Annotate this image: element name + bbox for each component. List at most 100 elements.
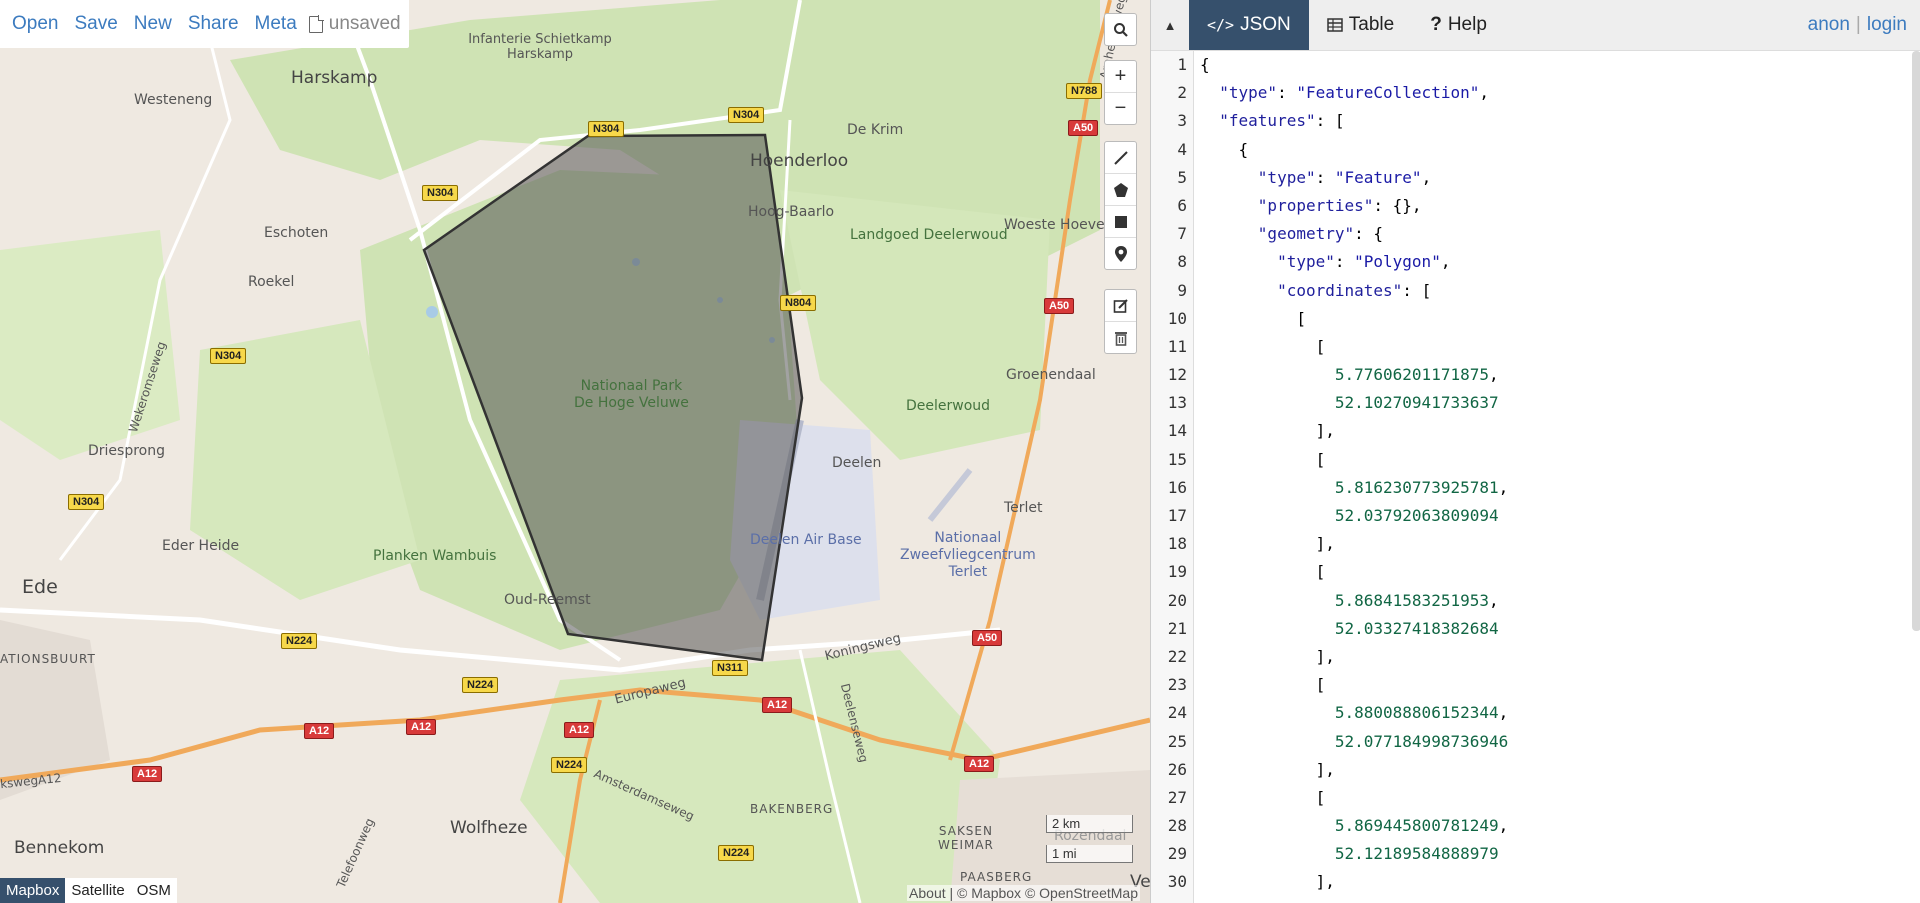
place-label: Groenendaal	[1006, 367, 1096, 383]
layer-osm[interactable]: OSM	[130, 878, 177, 903]
code-line: ],	[1200, 872, 1335, 892]
road-shield: N224	[281, 633, 318, 649]
place-label: Deelen	[832, 455, 882, 471]
user-link[interactable]: anon	[1808, 14, 1850, 36]
road-shield: A12	[304, 723, 335, 739]
collapse-button[interactable]: ▲	[1151, 0, 1189, 50]
code-area[interactable]: { "type": "FeatureCollection", "features…	[1194, 51, 1920, 903]
line-number: 24	[1167, 703, 1187, 723]
search-button[interactable]	[1105, 14, 1136, 45]
park-label: Planken Wambuis	[373, 548, 497, 564]
draw-line-button[interactable]	[1105, 142, 1136, 173]
line-number: 22	[1167, 646, 1187, 666]
line-number: 6	[1177, 195, 1187, 215]
code-line: ],	[1200, 534, 1335, 554]
gliding-label: Nationaal Zweefvliegcentrum Terlet	[900, 530, 1036, 580]
road-shield: N224	[551, 757, 588, 773]
place-label: Westeneng	[134, 92, 213, 108]
code-line: [	[1200, 449, 1326, 469]
line-number: 28	[1167, 816, 1187, 836]
delete-button[interactable]	[1105, 321, 1136, 353]
line-number: 9	[1177, 280, 1187, 300]
park-label: Nationaal Park De Hoge Veluwe	[574, 378, 689, 411]
place-label: Hoenderloo	[750, 151, 849, 171]
open-menu[interactable]: Open	[12, 13, 58, 35]
layer-mapbox[interactable]: Mapbox	[0, 878, 66, 903]
meta-menu[interactable]: Meta	[255, 13, 297, 35]
minus-icon: −	[1114, 97, 1127, 119]
editor-scrollbar[interactable]	[1912, 51, 1920, 631]
line-gutter: 1 2 3 4 5 6 7 8 9 10 11 12 13 14 15 16 17 18 19 20 21 22 23 24 2…	[1151, 51, 1194, 903]
road-shield: A12	[132, 766, 163, 782]
road-shield: N304	[728, 107, 765, 123]
place-label: Roekel	[248, 274, 295, 290]
code-line: "type": "Polygon",	[1277, 252, 1451, 272]
save-menu[interactable]: Save	[74, 13, 117, 35]
code-line: "geometry": {	[1257, 224, 1384, 244]
road-shield: N304	[422, 185, 459, 201]
road-shield: N311	[712, 660, 748, 676]
line-number: 20	[1167, 590, 1187, 610]
tab-table[interactable]: Table	[1309, 0, 1412, 50]
code-line: 52.03327418382684	[1334, 618, 1499, 638]
line-number: 5	[1177, 167, 1187, 187]
scale-mi: 1 mi	[1046, 845, 1133, 863]
place-label: De Krim	[847, 122, 904, 138]
draw-control	[1104, 141, 1137, 270]
map-attribution[interactable]: About | © Mapbox © OpenStreetMap	[907, 885, 1140, 901]
file-status-label: unsaved	[328, 13, 401, 34]
road-shield: N304	[68, 494, 105, 510]
line-number: 25	[1167, 731, 1187, 751]
line-number: 27	[1167, 787, 1187, 807]
place-label: Oud-Reemst	[504, 592, 591, 608]
code-line: "features": [	[1219, 111, 1345, 131]
edit-button[interactable]	[1105, 290, 1136, 321]
park-label: Landgoed Deelerwoud	[850, 227, 1008, 243]
new-menu[interactable]: New	[134, 13, 172, 35]
zoom-out-button[interactable]: −	[1105, 92, 1136, 124]
place-label: Bennekom	[14, 838, 105, 858]
draw-marker-button[interactable]	[1105, 237, 1136, 269]
json-editor[interactable]: 1 2 3 4 5 6 7 8 9 10 11 12 13 14 15 16 17 18 19 20 21 22 23 24 2…	[1151, 51, 1920, 903]
line-number: 7	[1177, 224, 1187, 244]
code-line: [	[1200, 562, 1326, 582]
draw-rectangle-button[interactable]	[1105, 205, 1136, 237]
code-line: "coordinates": [	[1277, 280, 1432, 300]
tab-json[interactable]: </> JSON	[1189, 0, 1309, 50]
line-number: 3	[1177, 111, 1187, 131]
layer-satellite[interactable]: Satellite	[65, 878, 131, 903]
line-number: 4	[1177, 139, 1187, 159]
map-view[interactable]: Open Save New Share Meta unsaved Harskam…	[0, 0, 1150, 903]
place-label: SAKSEN WEIMAR	[938, 824, 994, 852]
zoom-in-button[interactable]: +	[1105, 61, 1136, 92]
layer-switcher: Mapbox Satellite OSM	[0, 878, 177, 903]
place-label: Infanterie Schietkamp Harskamp	[468, 32, 612, 62]
top-toolbar: Open Save New Share Meta unsaved	[0, 0, 409, 48]
line-number: 17	[1167, 506, 1187, 525]
road-shield: A50	[972, 630, 1003, 646]
code-line: 52.077184998736946	[1334, 731, 1509, 751]
side-panel: ▲ </> JSON Table ? Help anon | login 123…	[1150, 0, 1920, 903]
code-line: {	[1200, 139, 1249, 159]
zoom-control: + −	[1104, 60, 1137, 125]
code-line: [	[1200, 675, 1326, 695]
line-number: 23	[1167, 675, 1187, 695]
line-number: 29	[1167, 844, 1187, 864]
tab-table-label: Table	[1348, 14, 1395, 35]
code-line: 5.86841583251953,	[1334, 590, 1499, 610]
road-shield: N304	[210, 348, 247, 364]
draw-polygon-button[interactable]	[1105, 173, 1136, 205]
line-number: 18	[1167, 534, 1187, 554]
login-link[interactable]: login	[1867, 14, 1907, 36]
auth-links: anon | login	[1808, 0, 1920, 50]
place-label: Driesprong	[88, 443, 165, 459]
table-icon	[1327, 18, 1343, 32]
share-menu[interactable]: Share	[188, 13, 239, 35]
code-line: {	[1200, 55, 1210, 74]
edit-control	[1104, 289, 1137, 354]
place-label: Harskamp	[291, 68, 378, 88]
question-icon: ?	[1430, 14, 1442, 35]
tab-help[interactable]: ? Help	[1412, 0, 1505, 50]
line-icon	[1113, 150, 1128, 165]
road-shield: A12	[964, 756, 995, 772]
